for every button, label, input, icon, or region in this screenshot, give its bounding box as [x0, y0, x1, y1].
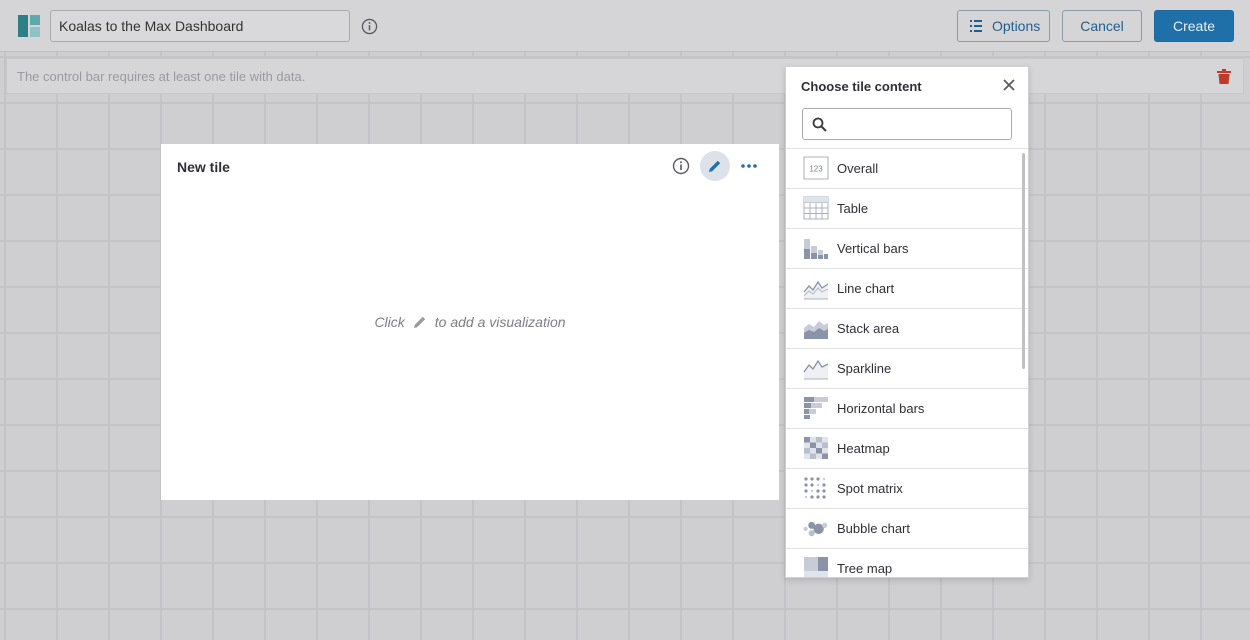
more-options-icon[interactable]	[740, 157, 758, 175]
svg-text:123: 123	[809, 165, 823, 174]
dashboard-logo-icon	[18, 15, 40, 37]
table-icon	[803, 196, 829, 220]
list-item-sparkline[interactable]: Sparkline	[786, 349, 1028, 389]
list-icon	[970, 20, 982, 32]
list-item-label: Sparkline	[837, 361, 892, 376]
tile-edit-button[interactable]	[700, 151, 730, 181]
tile-info-icon[interactable]	[672, 157, 690, 175]
search-input[interactable]	[835, 113, 1005, 135]
cancel-button[interactable]: Cancel	[1062, 10, 1142, 42]
list-item-label: Table	[837, 201, 869, 216]
list-item-label: Vertical bars	[837, 241, 909, 256]
options-button[interactable]: Options	[957, 10, 1050, 42]
list-item-heatmap[interactable]: Heatmap	[786, 429, 1028, 469]
trash-icon[interactable]	[1217, 69, 1231, 84]
control-bar-message: The control bar requires at least one ti…	[17, 69, 306, 84]
list-item-overall[interactable]: 123 Overall	[786, 149, 1028, 189]
list-item-spot-matrix[interactable]: Spot matrix	[786, 469, 1028, 509]
list-item-label: Stack area	[837, 321, 900, 336]
hint-text-after: to add a visualization	[434, 314, 566, 330]
list-item-label: Spot matrix	[837, 481, 903, 496]
list-item-line-chart[interactable]: Line chart	[786, 269, 1028, 309]
options-label: Options	[992, 18, 1041, 34]
control-bar: The control bar requires at least one ti…	[6, 58, 1244, 94]
search-field[interactable]	[802, 108, 1012, 140]
info-icon[interactable]	[361, 18, 378, 35]
list-item-label: Bubble chart	[837, 521, 910, 536]
horizontal-bars-icon	[804, 397, 828, 419]
tile-content-list: 123 Overall Table Vertical bars Line cha…	[786, 148, 1028, 577]
pencil-icon	[709, 160, 721, 172]
list-item-label: Line chart	[837, 281, 895, 296]
heatmap-icon	[804, 437, 828, 459]
panel-scrollbar[interactable]	[1022, 153, 1025, 369]
hint-text-before: Click	[374, 314, 405, 330]
choose-tile-content-panel: Choose tile content 123 Overall Table Ve…	[785, 66, 1029, 578]
list-item-vertical-bars[interactable]: Vertical bars	[786, 229, 1028, 269]
spot-matrix-icon	[804, 477, 826, 499]
list-item-tree-map[interactable]: Tree map	[786, 549, 1028, 577]
list-item-label: Horizontal bars	[837, 401, 925, 416]
list-item-horizontal-bars[interactable]: Horizontal bars	[786, 389, 1028, 429]
list-item-label: Heatmap	[837, 441, 890, 456]
dashboard-title-input[interactable]: Koalas to the Max Dashboard	[50, 10, 350, 42]
close-icon[interactable]	[1002, 78, 1016, 92]
list-item-bubble-chart[interactable]: Bubble chart	[786, 509, 1028, 549]
header-bar: Koalas to the Max Dashboard Options Canc…	[0, 0, 1250, 52]
list-item-label: Overall	[837, 161, 879, 176]
new-tile[interactable]: New tile Click to add a visualization	[161, 144, 779, 500]
create-button[interactable]: Create	[1154, 10, 1234, 42]
stack-area-icon	[804, 321, 828, 339]
list-item-table[interactable]: Table	[786, 189, 1028, 229]
search-icon	[812, 117, 827, 132]
tree-map-icon	[804, 557, 828, 577]
bubble-chart-icon	[803, 521, 828, 537]
vertical-bars-icon	[804, 239, 828, 259]
pencil-icon	[413, 316, 425, 328]
sparkline-icon	[803, 359, 829, 380]
panel-title: Choose tile content	[801, 79, 922, 94]
list-item-stack-area[interactable]: Stack area	[786, 309, 1028, 349]
tile-empty-hint: Click to add a visualization	[161, 314, 779, 330]
tile-title: New tile	[177, 159, 230, 175]
list-item-label: Tree map	[837, 561, 893, 576]
line-chart-icon	[803, 280, 829, 300]
overall-icon: 123	[803, 156, 829, 180]
